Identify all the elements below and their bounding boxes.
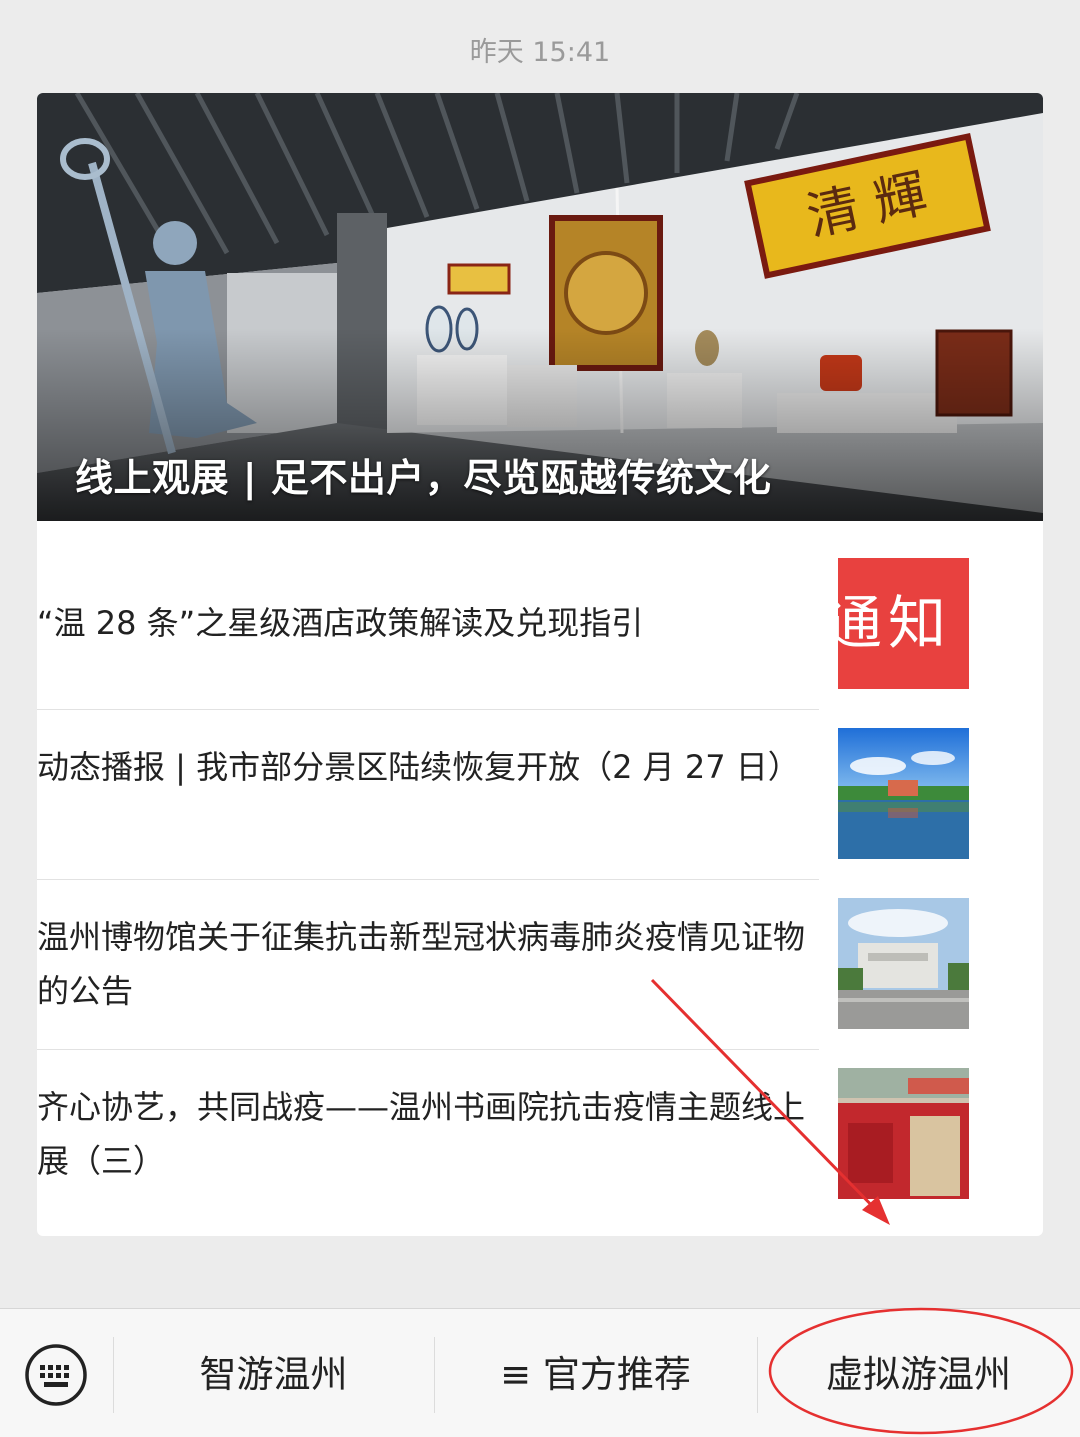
article-title: 齐心协艺，共同战疫——温州书画院抗击疫情主题线上展（三）: [37, 1088, 806, 1180]
hero-title: 线上观展 | 足不出户，尽览瓯越传统文化: [75, 456, 772, 500]
annotation-circle: [768, 1307, 1074, 1435]
list-item[interactable]: “温 28 条”之星级酒店政策解读及兑现指引 通知: [37, 540, 969, 710]
article-title: “温 28 条”之星级酒店政策解读及兑现指引: [37, 604, 644, 642]
museum-building-image: [838, 898, 969, 1029]
message-timestamp: 昨天 15:41: [469, 37, 611, 68]
bottom-menu-bar: 智游温州 ≡ 官方推荐 虚拟游温州: [0, 1307, 1080, 1437]
list-item[interactable]: 温州博物馆关于征集抗击新型冠状病毒肺炎疫情见证物的公告: [37, 880, 969, 1050]
exhibition-photo-image: [838, 1068, 969, 1199]
article-title: 动态播报 | 我市部分景区陆续恢复开放（2 月 27 日）: [37, 748, 800, 786]
menu-item-label: 官方推荐: [542, 1353, 691, 1396]
menu-item-zhiyou-wenzhou[interactable]: 智游温州: [113, 1309, 434, 1437]
menu-list-icon: ≡: [500, 1353, 532, 1396]
list-item[interactable]: 动态播报 | 我市部分景区陆续恢复开放（2 月 27 日）: [37, 710, 969, 880]
list-item[interactable]: 齐心协艺，共同战疫——温州书画院抗击疫情主题线上展（三）: [37, 1050, 969, 1220]
notice-thumb-text: 通知: [838, 558, 969, 689]
keyboard-icon[interactable]: [24, 1343, 88, 1407]
lake-scenery-image: [838, 728, 969, 859]
hero-article[interactable]: 清 輝 线上观展 | 足不出户，尽览瓯越传统文化: [37, 93, 1043, 521]
article-title: 温州博物馆关于征集抗击新型冠状病毒肺炎疫情见证物的公告: [37, 918, 806, 1010]
notice-image: 通知: [838, 558, 969, 689]
menu-item-official-recommend[interactable]: ≡ 官方推荐: [434, 1309, 757, 1437]
